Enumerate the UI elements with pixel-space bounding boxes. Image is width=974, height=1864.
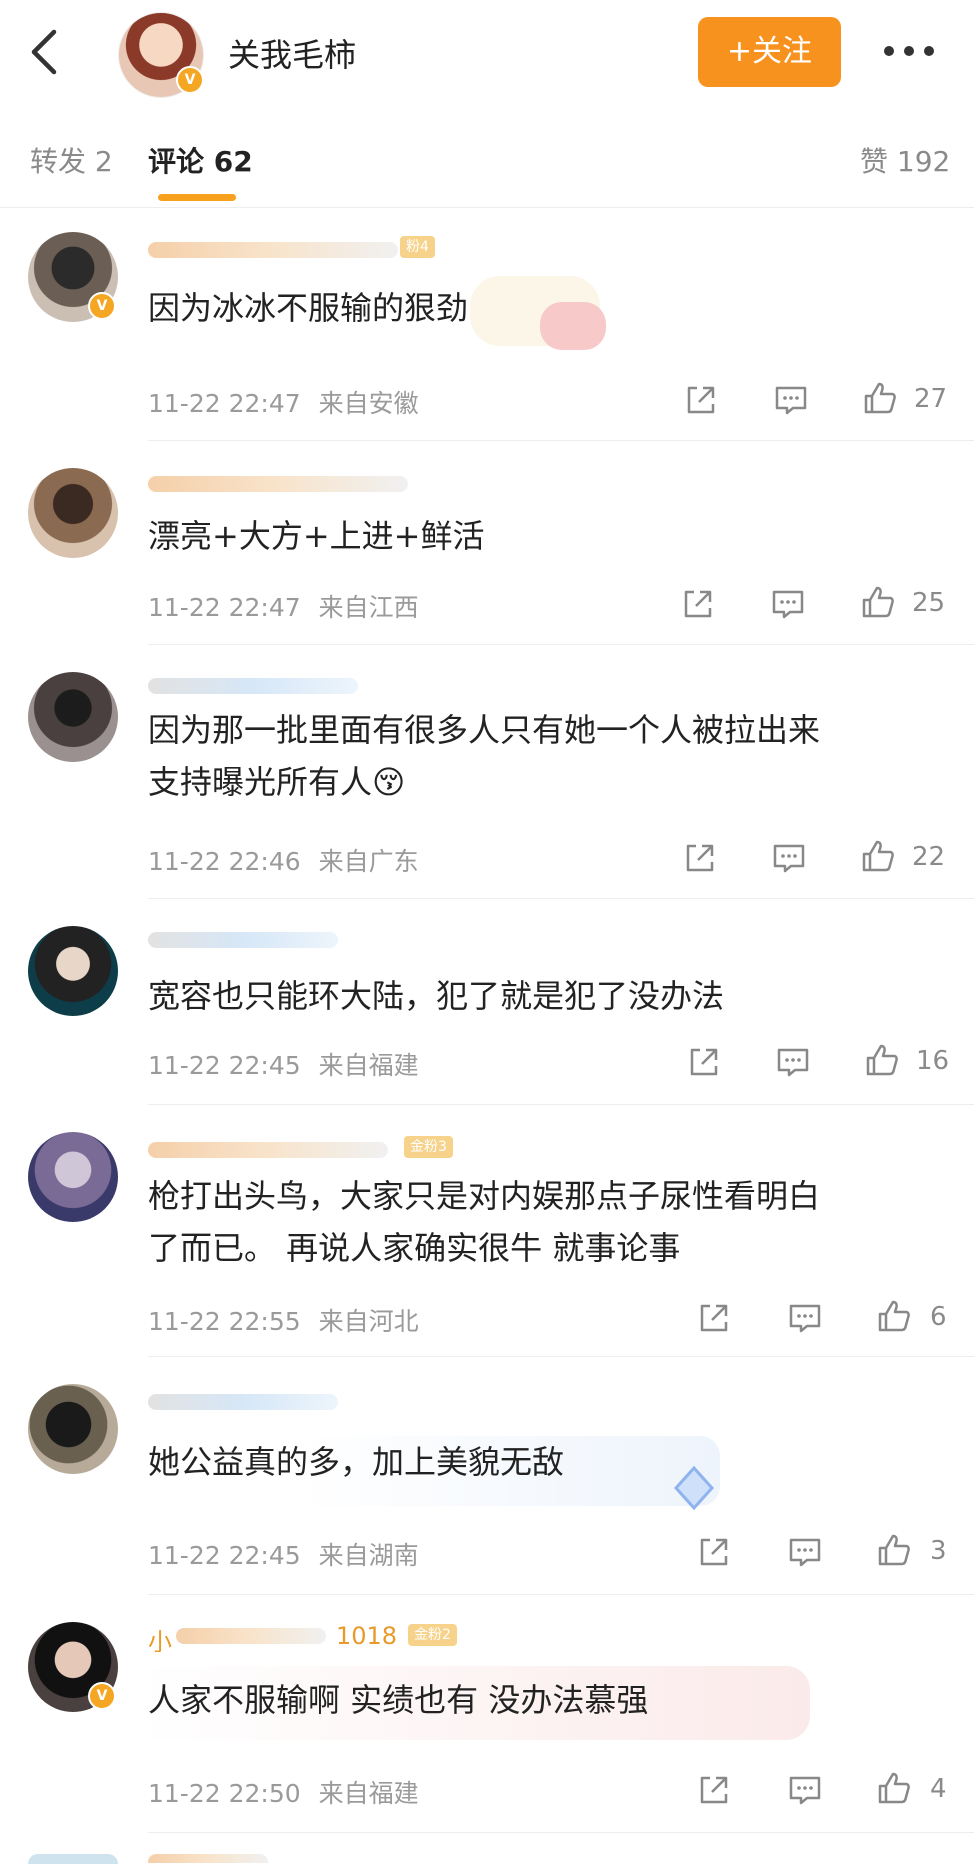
like-count: 22 — [912, 842, 946, 872]
comment-divider — [148, 440, 974, 441]
tab-divider — [0, 207, 974, 208]
comment-divider — [148, 898, 974, 899]
comment-text: 枪打出头鸟，大家只是对内娱那点子尿性看明白 — [148, 1177, 821, 1215]
comment-icon[interactable] — [787, 1534, 823, 1570]
avatar[interactable] — [28, 1132, 118, 1222]
fan-badge: 金粉3 — [404, 1136, 453, 1158]
comment-location: 来自福建 — [318, 1779, 419, 1808]
username-blurred[interactable]: 小 1018 金粉2 — [148, 1622, 528, 1652]
comment-meta: 11-22 22:45 来自湖南 — [148, 1536, 419, 1572]
comment-text: 人家不服输啊 实绩也有 没办法慕强 — [148, 1681, 649, 1719]
share-icon[interactable] — [696, 1300, 732, 1336]
chevron-left-icon[interactable] — [26, 26, 66, 78]
comment-text: 她公益真的多，加上美貌无敌 — [148, 1443, 565, 1481]
like-count: 25 — [912, 588, 946, 618]
like-count: 6 — [930, 1302, 947, 1332]
tab-repost[interactable]: 转发 2 — [30, 140, 113, 180]
avatar[interactable] — [28, 468, 118, 558]
comment-time: 11-22 22:45 — [148, 1051, 301, 1080]
share-icon[interactable] — [680, 586, 716, 622]
comment-meta: 11-22 22:46 来自广东 — [148, 842, 419, 878]
username-partial: 小 — [148, 1628, 172, 1652]
comment-text-line2: 了而已。 再说人家确实很牛 就事论事 — [148, 1229, 681, 1267]
share-icon[interactable] — [683, 382, 719, 418]
v-badge-icon: V — [88, 292, 116, 320]
avatar[interactable] — [28, 1384, 118, 1474]
v-badge-icon: V — [176, 66, 204, 94]
username-blurred[interactable]: 粉4 — [148, 236, 468, 260]
comment-text: 因为冰冰不服输的狠劲 — [148, 289, 469, 327]
comment-divider — [148, 1104, 974, 1105]
comment-location: 来自湖南 — [318, 1541, 419, 1570]
username-blurred[interactable] — [148, 1388, 468, 1412]
tab-comments[interactable]: 评论 62 — [148, 140, 253, 180]
username-blurred[interactable] — [148, 1848, 468, 1863]
comment-time: 11-22 22:45 — [148, 1541, 301, 1570]
avatar[interactable] — [28, 672, 118, 762]
username-suffix: 1018 — [336, 1622, 398, 1650]
author-name[interactable]: 关我毛柿 — [228, 30, 356, 76]
comment-time: 11-22 22:55 — [148, 1307, 301, 1336]
top-bar: V 关我毛柿 +关注 — [0, 0, 974, 104]
comment-icon[interactable] — [775, 1044, 811, 1080]
comment-location: 来自江西 — [318, 593, 419, 622]
comment-icon[interactable] — [770, 586, 806, 622]
pig-sticker-icon — [540, 302, 606, 350]
comment-icon[interactable] — [773, 382, 809, 418]
comment-time: 11-22 22:47 — [148, 389, 301, 418]
like-count: 3 — [930, 1536, 947, 1566]
comment-meta: 11-22 22:45 来自福建 — [148, 1046, 419, 1082]
fan-badge: 金粉2 — [408, 1624, 457, 1646]
comment-divider — [148, 1594, 974, 1595]
username-blurred[interactable]: 金粉3 — [148, 1136, 468, 1160]
comment-text: 宽容也只能环大陆，犯了就是犯了没办法 — [148, 977, 725, 1015]
comment-meta: 11-22 22:50 来自福建 — [148, 1774, 419, 1810]
comment-time: 11-22 22:47 — [148, 593, 301, 622]
comment-location: 来自河北 — [318, 1307, 419, 1336]
diamond-sticker-icon — [673, 1465, 715, 1511]
follow-button[interactable]: +关注 — [698, 17, 841, 87]
username-blurred[interactable] — [148, 926, 468, 950]
like-count: 4 — [930, 1774, 947, 1804]
comment-icon[interactable] — [771, 840, 807, 876]
comment-text: 漂亮+大方+上进+鲜活 — [148, 517, 485, 555]
comment-time: 11-22 22:50 — [148, 1779, 301, 1808]
fan-badge: 粉4 — [400, 236, 435, 258]
comment-location: 来自福建 — [318, 1051, 419, 1080]
comment-meta: 11-22 22:55 来自河北 — [148, 1302, 419, 1338]
share-icon[interactable] — [696, 1772, 732, 1808]
username-blurred[interactable] — [148, 672, 468, 696]
comment-text: 因为那一批里面有很多人只有她一个人被拉出来 — [148, 711, 821, 749]
v-badge-icon: V — [88, 1682, 116, 1710]
tab-bar: 转发 2 评论 62 赞 192 — [0, 104, 974, 208]
tab-likes[interactable]: 赞 192 — [860, 140, 950, 180]
share-icon[interactable] — [696, 1534, 732, 1570]
thumbs-up-icon[interactable] — [860, 838, 896, 874]
thumbs-up-icon[interactable] — [876, 1532, 912, 1568]
comment-icon[interactable] — [787, 1772, 823, 1808]
comment-divider — [148, 1832, 974, 1833]
thumbs-up-icon[interactable] — [876, 1770, 912, 1806]
comment-location: 来自安徽 — [318, 389, 419, 418]
comment-text-line2: 支持曝光所有人😚 — [148, 763, 406, 801]
share-icon[interactable] — [686, 1044, 722, 1080]
active-tab-indicator — [158, 194, 236, 201]
like-count: 27 — [914, 384, 948, 414]
comment-time: 11-22 22:46 — [148, 847, 301, 876]
thumbs-up-icon[interactable] — [860, 584, 896, 620]
comment-meta: 11-22 22:47 来自江西 — [148, 588, 419, 624]
like-count: 16 — [916, 1046, 950, 1076]
thumbs-up-icon[interactable] — [864, 1042, 900, 1078]
username-blurred[interactable] — [148, 470, 468, 494]
more-dots-icon[interactable] — [880, 28, 940, 72]
share-icon[interactable] — [682, 840, 718, 876]
comment-icon[interactable] — [787, 1300, 823, 1336]
comment-meta: 11-22 22:47 来自安徽 — [148, 384, 419, 420]
comment-location: 来自广东 — [318, 847, 419, 876]
thumbs-up-icon[interactable] — [876, 1298, 912, 1334]
comment-divider — [148, 1356, 974, 1357]
thumbs-up-icon[interactable] — [862, 380, 898, 416]
avatar[interactable] — [28, 926, 118, 1016]
comment-divider — [148, 644, 974, 645]
